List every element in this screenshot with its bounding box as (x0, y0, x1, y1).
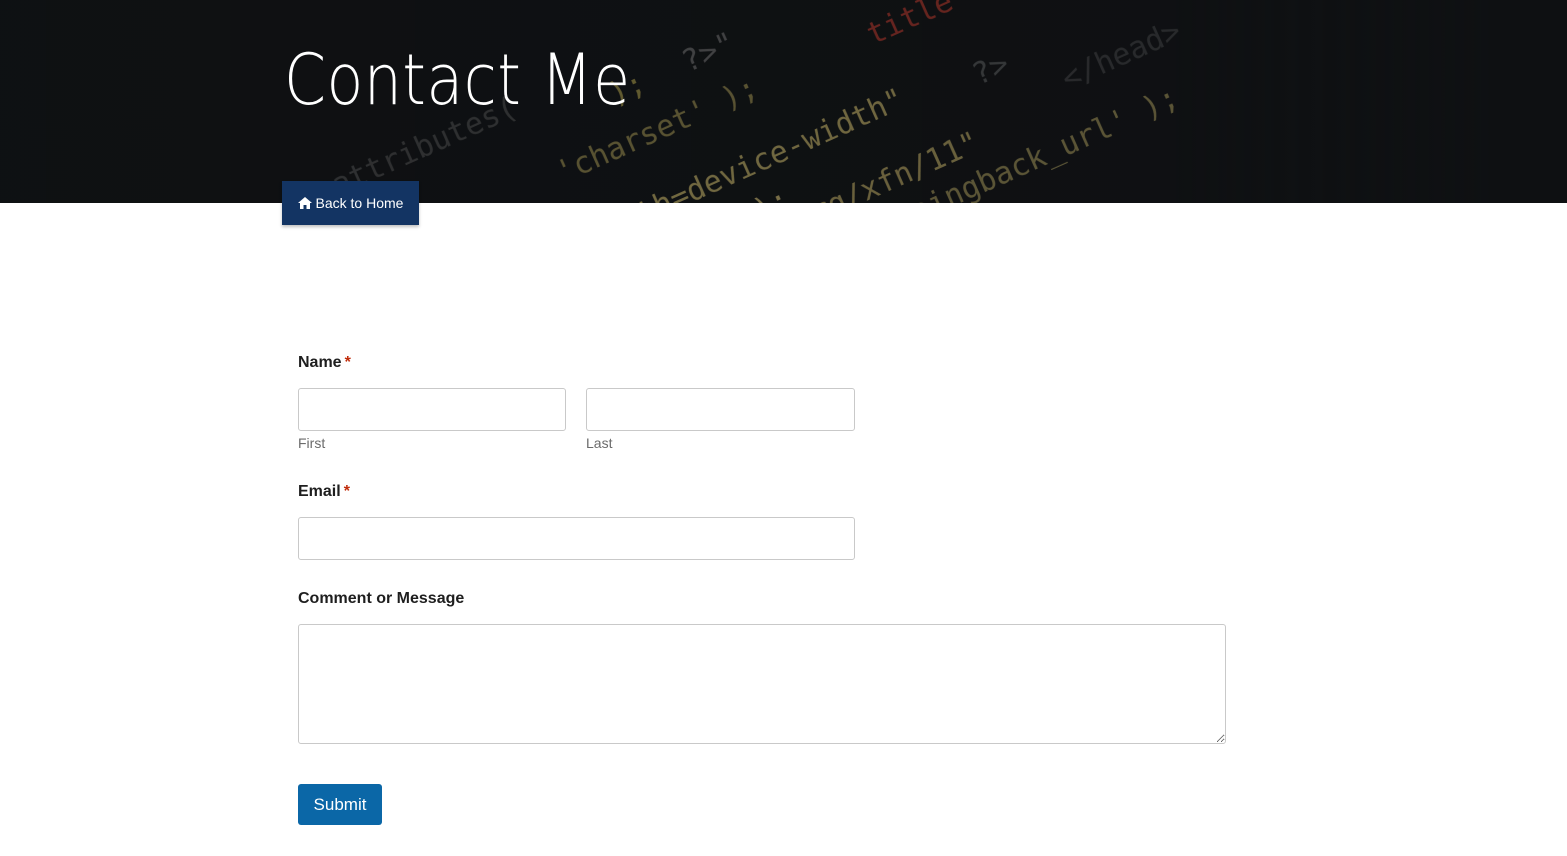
hero-banner: attributes( ); ?>" 'charset' ); bloginfo… (0, 0, 1567, 203)
email-label-text: Email (298, 483, 341, 500)
back-to-home-label: Back to Home (315, 195, 404, 211)
email-input[interactable] (298, 517, 855, 560)
code-background-image: attributes( ); ?>" 'charset' ); bloginfo… (0, 0, 1567, 203)
message-textarea[interactable] (298, 624, 1226, 744)
name-label-text: Name (298, 354, 342, 371)
required-marker: * (344, 354, 351, 371)
required-marker: * (343, 483, 350, 500)
first-name-input[interactable] (298, 388, 566, 431)
page-title: Contact Me (284, 39, 631, 121)
home-icon (297, 197, 312, 209)
last-name-input[interactable] (586, 388, 855, 431)
email-label: Email * (298, 483, 350, 501)
back-to-home-button[interactable]: Back to Home (282, 181, 419, 225)
last-name-sublabel: Last (586, 435, 613, 451)
name-label: Name * (298, 354, 351, 372)
message-label: Comment or Message (298, 590, 465, 607)
submit-button[interactable]: Submit (298, 784, 382, 825)
first-name-sublabel: First (298, 435, 326, 451)
